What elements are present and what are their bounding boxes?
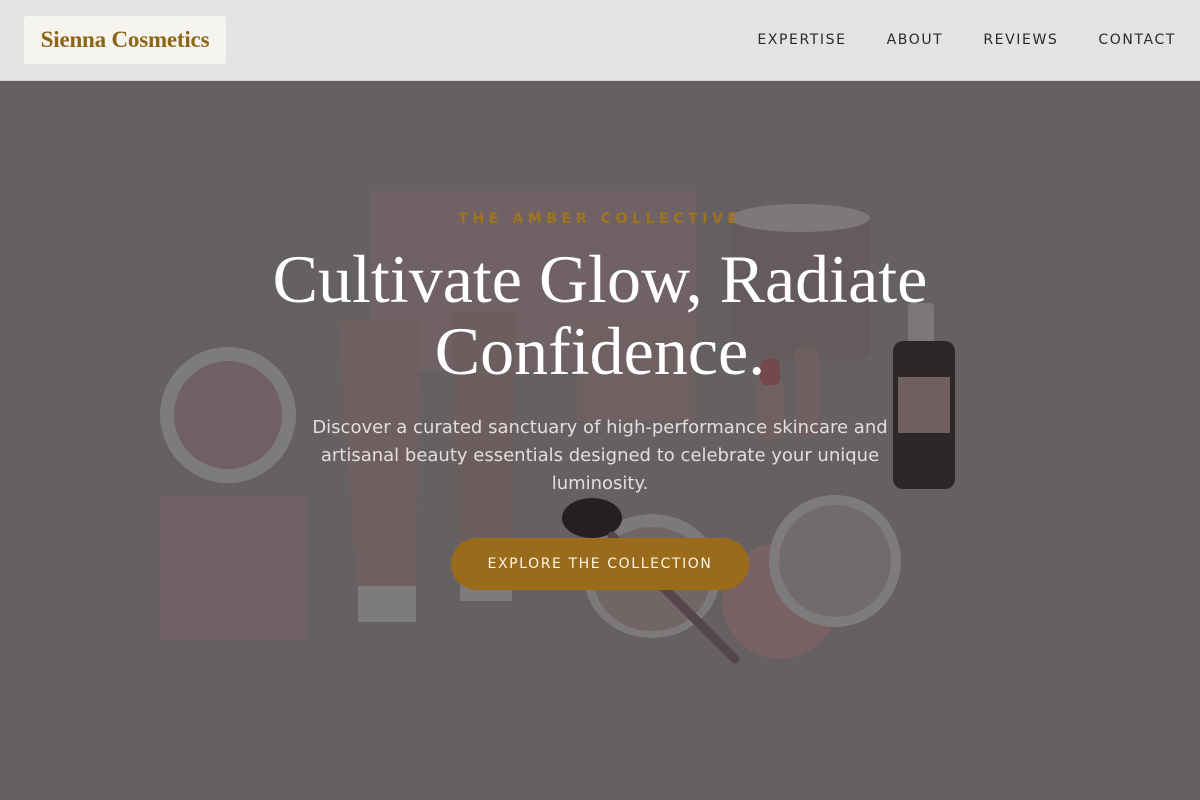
site-header: Sienna Cosmetics EXPERTISE ABOUT REVIEWS… (0, 0, 1200, 81)
main-nav: EXPERTISE ABOUT REVIEWS CONTACT (717, 0, 1176, 80)
hero-subtext: Discover a curated sanctuary of high-per… (312, 417, 888, 494)
hero-section: THE AMBER COLLECTIVE Cultivate Glow, Rad… (0, 81, 1200, 800)
nav-reviews[interactable]: REVIEWS (983, 32, 1058, 48)
hero-headline: Cultivate Glow, Radiate Confidence. (272, 241, 928, 389)
hero-eyebrow: THE AMBER COLLECTIVE (458, 211, 742, 227)
explore-collection-button[interactable]: EXPLORE THE COLLECTION (451, 538, 749, 590)
nav-about[interactable]: ABOUT (887, 32, 944, 48)
nav-contact[interactable]: CONTACT (1098, 32, 1176, 48)
brand-logo[interactable]: Sienna Cosmetics (24, 16, 226, 64)
nav-expertise[interactable]: EXPERTISE (757, 32, 846, 48)
